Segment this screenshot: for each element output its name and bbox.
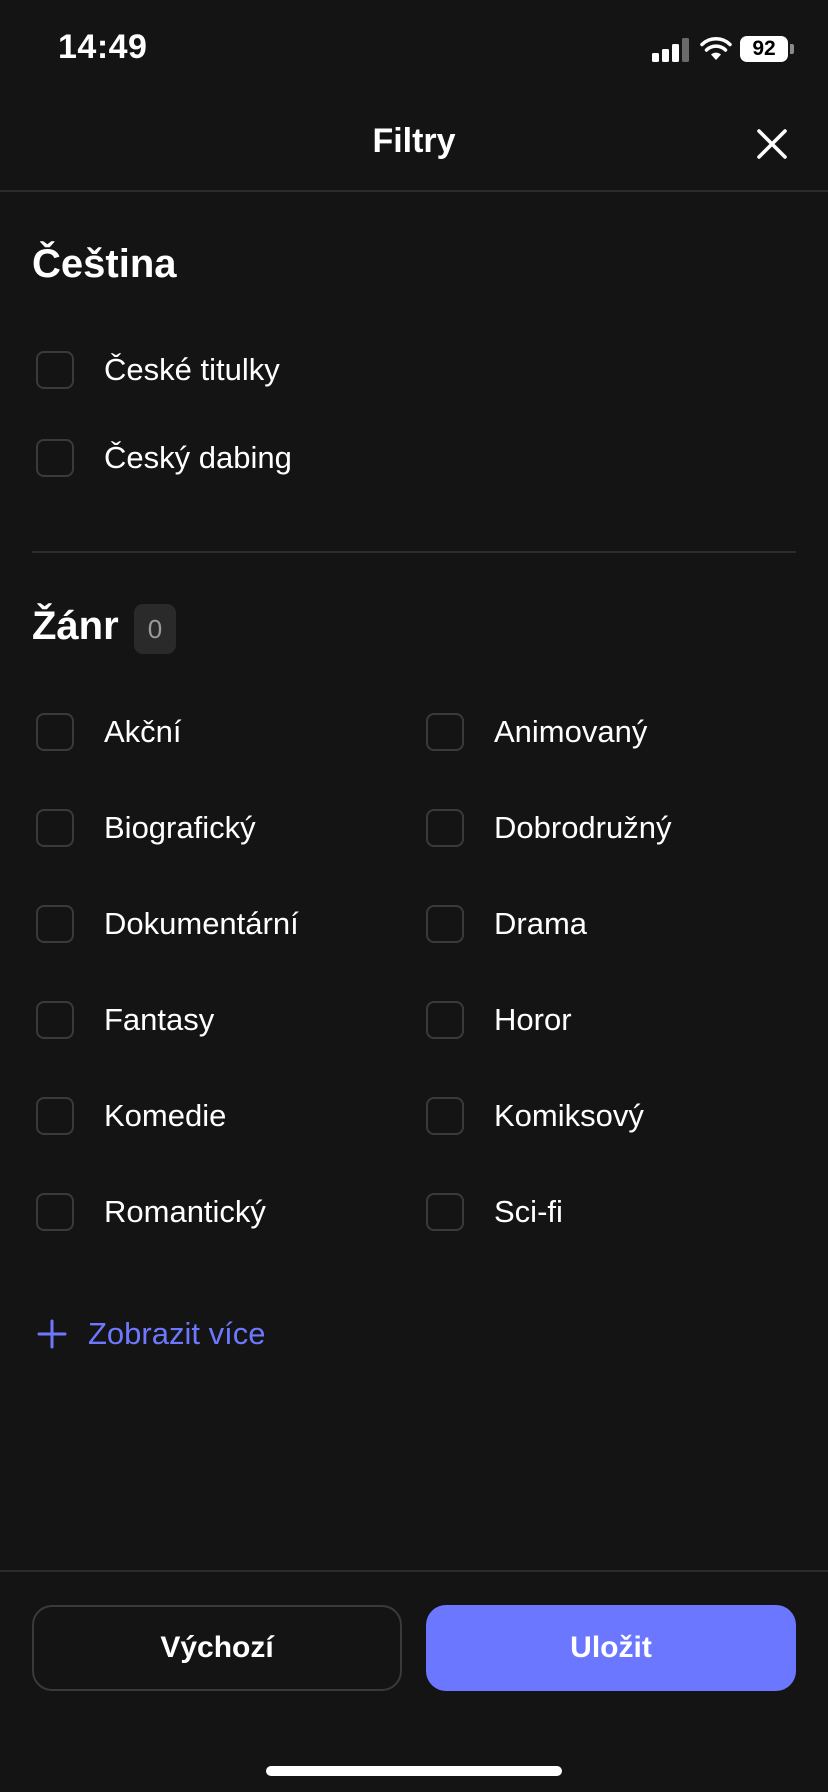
checkbox[interactable] (426, 1097, 464, 1135)
header: Filtry (0, 100, 828, 192)
checkbox[interactable] (36, 809, 74, 847)
option-label: Český dabing (104, 440, 292, 475)
option-label: Horor (494, 1002, 572, 1037)
checkbox[interactable] (426, 905, 464, 943)
filters-screen: 14:49 92 Filtry Čeština České titulky Če… (0, 0, 828, 1792)
option-drama[interactable]: Drama (422, 898, 802, 954)
checkbox[interactable] (36, 439, 74, 477)
genre-section-title: Žánr (32, 604, 119, 648)
show-more-link[interactable]: Zobrazit více (36, 1310, 336, 1360)
checkbox[interactable] (426, 1193, 464, 1231)
option-komiksovy[interactable]: Komiksový (422, 1090, 802, 1146)
option-label: Dokumentární (104, 906, 299, 941)
option-label: Dobrodružný (494, 810, 672, 845)
option-romanticky[interactable]: Romantický (32, 1186, 412, 1242)
option-label: Komedie (104, 1098, 227, 1133)
battery-cap (790, 44, 794, 54)
battery-icon: 92 (740, 36, 788, 62)
genre-count-badge: 0 (134, 604, 176, 654)
option-animovany[interactable]: Animovaný (422, 706, 802, 762)
status-time: 14:49 (58, 28, 148, 66)
wifi-icon (700, 37, 732, 60)
option-label: Biografický (104, 810, 256, 845)
checkbox[interactable] (426, 1001, 464, 1039)
checkbox[interactable] (426, 809, 464, 847)
language-section-title: Čeština (32, 242, 177, 286)
checkbox[interactable] (36, 1097, 74, 1135)
default-button[interactable]: Výchozí (32, 1605, 402, 1691)
option-label: Sci-fi (494, 1194, 563, 1229)
plus-icon (37, 1319, 67, 1349)
save-button[interactable]: Uložit (426, 1605, 796, 1691)
home-indicator (266, 1766, 562, 1776)
option-label: Akční (104, 714, 182, 749)
option-sci-fi[interactable]: Sci-fi (422, 1186, 802, 1242)
option-label: Animovaný (494, 714, 648, 749)
option-dokumentarni[interactable]: Dokumentární (32, 898, 412, 954)
option-fantasy[interactable]: Fantasy (32, 994, 412, 1050)
option-biograficky[interactable]: Biografický (32, 802, 412, 858)
option-label: Drama (494, 906, 588, 941)
checkbox[interactable] (36, 713, 74, 751)
footer: Výchozí Uložit (0, 1570, 828, 1792)
option-ceske-titulky[interactable]: České titulky (32, 344, 772, 400)
close-button[interactable] (750, 122, 794, 166)
option-horor[interactable]: Horor (422, 994, 802, 1050)
show-more-label: Zobrazit více (88, 1316, 266, 1351)
page-title: Filtry (372, 122, 456, 160)
option-komedie[interactable]: Komedie (32, 1090, 412, 1146)
checkbox[interactable] (36, 905, 74, 943)
signal-icon (652, 38, 690, 62)
option-label: Komiksový (494, 1098, 644, 1133)
option-cesky-dabing[interactable]: Český dabing (32, 432, 772, 488)
option-label: České titulky (104, 352, 280, 387)
option-akcni[interactable]: Akční (32, 706, 412, 762)
close-icon (757, 129, 787, 159)
option-dobrodruzny[interactable]: Dobrodružný (422, 802, 802, 858)
checkbox[interactable] (36, 351, 74, 389)
option-label: Fantasy (104, 1002, 215, 1037)
checkbox[interactable] (36, 1193, 74, 1231)
section-divider (32, 551, 796, 553)
checkbox[interactable] (36, 1001, 74, 1039)
option-label: Romantický (104, 1194, 266, 1229)
status-bar: 14:49 92 (0, 0, 828, 100)
checkbox[interactable] (426, 713, 464, 751)
